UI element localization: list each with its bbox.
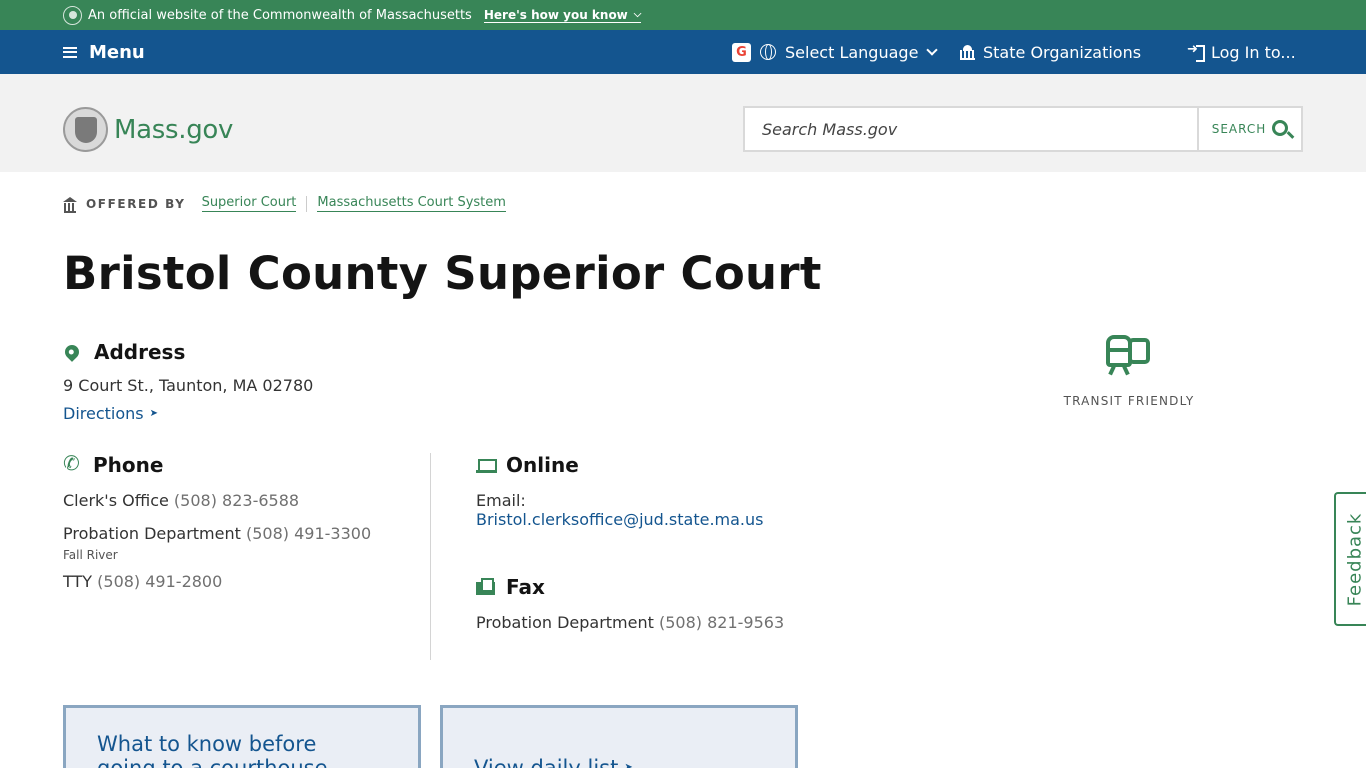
fax-icon [476,578,495,596]
directions-link[interactable]: Directions ➤ [63,404,158,423]
how-you-know-label: Here's how you know [483,7,628,22]
phone-entry: TTY (508) 491-2800 [63,572,430,591]
address-line: 9 Court St., Taunton, MA 02780 [63,376,314,395]
menu-button[interactable]: Menu [63,30,145,74]
fax-entry-label: Probation Department [476,613,654,632]
fax-heading: Fax [506,575,545,599]
card-label: What to know before going to a courthous… [97,732,328,768]
arrow-right-icon: ➤ [149,408,159,419]
seal-icon [63,5,82,25]
hamburger-icon [63,46,77,58]
offered-by: OFFERED BY Superior Court Massachusetts … [63,195,506,213]
login-icon [1187,42,1205,62]
menu-label: Menu [89,41,145,63]
phone-entry-label: TTY [63,572,93,591]
phone-entry-label: Clerk's Office [63,491,169,510]
online-heading: Online [506,453,579,477]
card-label-wrap: View daily list ➤ [474,756,633,768]
arrow-right-icon: ➤ [624,762,633,768]
address-heading: Address [94,340,186,364]
state-seal-icon [63,107,108,152]
divider [306,195,308,212]
building-icon [63,196,77,213]
fax-number: (508) 821-9563 [659,613,785,632]
transit-friendly-badge: TRANSIT FRIENDLY [1062,332,1196,408]
chevron-down-icon: ⌵ [633,9,642,20]
directions-label: Directions [63,404,144,423]
phone-heading: Phone [93,453,164,477]
search-input[interactable] [745,108,1197,150]
search-button[interactable]: SEARCH [1197,108,1301,150]
card-label: View daily list [474,756,619,768]
email-label: Email: [476,491,526,510]
address-section: Address 9 Court St., Taunton, MA 02780 D… [62,340,314,423]
search-bar: SEARCH [743,106,1303,152]
globe-icon [760,44,776,60]
state-organizations-button[interactable]: State Organizations [960,30,1141,74]
phone-number-link[interactable]: (508) 823-6588 [174,491,299,510]
search-icon [1272,119,1289,136]
feedback-tab[interactable]: Feedback [1334,492,1366,626]
phone-entry: Probation Department (508) 491-3300 [63,524,430,543]
online-section: Online Email: Bristol.clerksoffice@jud.s… [476,453,764,529]
login-button[interactable]: Log In to... [1187,30,1296,74]
offered-by-label: OFFERED BY [86,196,186,211]
org-link-court-system[interactable]: Massachusetts Court System [317,195,506,212]
feedback-label: Feedback [1344,512,1366,606]
site-header: Mass.gov SEARCH [0,74,1366,172]
capitol-icon [960,44,975,60]
phone-entry: Clerk's Office (508) 823-6588 [63,491,430,510]
phone-number-link[interactable]: (508) 491-3300 [246,524,371,543]
map-pin-icon [62,342,82,362]
daily-list-card[interactable]: View daily list ➤ [440,705,798,768]
select-language-label: Select Language [785,42,919,62]
transit-friendly-label: TRANSIT FRIENDLY [1063,394,1195,408]
how-you-know-link[interactable]: Here's how you know ⌵ [483,7,642,23]
page-title: Bristol County Superior Court [63,247,822,300]
laptop-icon [476,458,497,473]
phone-section: Phone Clerk's Office (508) 823-6588 Prob… [63,451,431,660]
logo-text: Mass.gov [114,114,234,145]
official-banner-text: An official website of the Commonwealth … [88,7,472,23]
state-organizations-label: State Organizations [983,42,1142,62]
google-icon: G [732,42,751,62]
chevron-down-icon [926,44,939,56]
utility-nav: Menu G Select Language State Organizatio… [0,30,1366,74]
login-label: Log In to... [1211,42,1296,62]
org-link-superior-court[interactable]: Superior Court [201,195,297,212]
fax-entry: Probation Department (508) 821-9563 [476,613,784,632]
mass-gov-logo[interactable]: Mass.gov [63,107,233,152]
phone-icon [63,451,82,475]
phone-entry-label: Probation Department [63,524,241,543]
search-button-label: SEARCH [1211,122,1267,136]
email-link[interactable]: Bristol.clerksoffice@jud.state.ma.us [476,510,764,529]
phone-entry-note: Fall River [63,548,118,562]
train-bus-icon [1106,332,1152,376]
select-language-button[interactable]: G Select Language [732,30,939,74]
courthouse-info-card[interactable]: What to know before going to a courthous… [63,705,421,768]
fax-section: Fax Probation Department (508) 821-9563 [476,575,784,632]
phone-number-link[interactable]: (508) 491-2800 [97,572,222,591]
official-banner: An official website of the Commonwealth … [0,0,1366,30]
